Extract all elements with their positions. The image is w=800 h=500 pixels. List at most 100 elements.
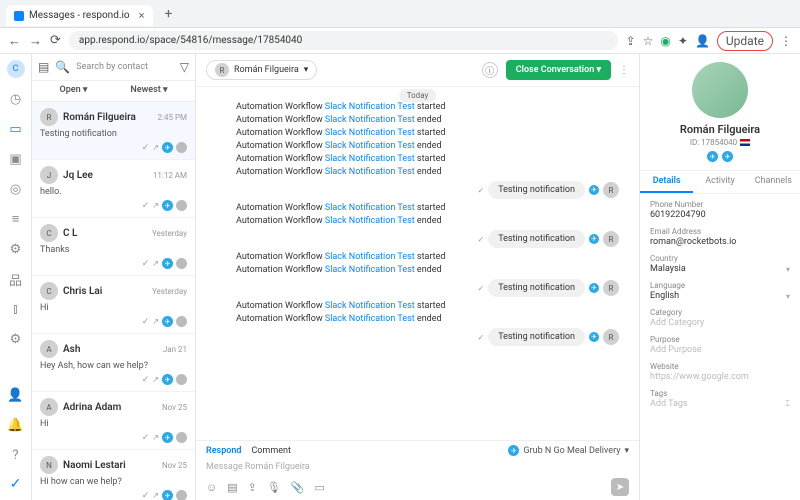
avatar-icon[interactable]: 👤 — [695, 34, 710, 48]
close-conversation-button[interactable]: Close Conversation ▾ — [506, 60, 611, 80]
workflow-link[interactable]: Slack Notification Test — [325, 265, 415, 275]
workflow-event: Automation Workflow Slack Notification T… — [236, 314, 619, 324]
workflow-link[interactable]: Slack Notification Test — [325, 128, 415, 138]
user-icon[interactable]: 👤 — [7, 386, 25, 404]
purpose-field[interactable]: Add Purpose — [650, 345, 790, 355]
settings-icon[interactable]: ⚙ — [7, 330, 25, 348]
telegram-channel-icon-2[interactable]: ✈ — [722, 151, 733, 162]
conversation-item[interactable]: CChris LaiYesterdayHi✓↗✈ — [32, 276, 195, 334]
conversation-item[interactable]: CC LYesterdayThanks✓↗✈ — [32, 218, 195, 276]
conversation-item[interactable]: NNaomi LestariNov 25Hi how can we help?✓… — [32, 450, 195, 500]
contacts-icon[interactable]: ▣ — [7, 150, 25, 168]
bell-icon[interactable]: 🔔 — [7, 416, 25, 434]
category-field[interactable]: Add Category — [650, 318, 790, 328]
conversation-item[interactable]: JJq Lee11:12 AMhello.✓↗✈ — [32, 160, 195, 218]
menu-icon[interactable]: ⋮ — [780, 34, 792, 48]
chevron-down-icon: ▾ — [786, 265, 790, 274]
country-field[interactable]: Malaysia▾ — [650, 264, 790, 274]
puzzle-icon[interactable]: ✦ — [678, 34, 688, 48]
profile-name: Román Filgueira — [680, 123, 760, 136]
assignee-picker[interactable]: R Román Filgueira ▾ — [206, 60, 317, 80]
telegram-channel-icon[interactable]: ✈ — [707, 151, 718, 162]
send-button[interactable]: ➤ — [611, 478, 629, 496]
tab-respond[interactable]: Respond — [206, 446, 241, 456]
share-icon[interactable]: ⇪ — [626, 34, 636, 48]
browser-tab[interactable]: Messages - respond.io × — [6, 5, 153, 26]
attach-icon[interactable]: 📎 — [291, 481, 305, 494]
tree-icon[interactable]: 品 — [7, 270, 25, 288]
back-icon[interactable]: ← — [8, 33, 21, 49]
forward-icon[interactable]: → — [29, 33, 42, 49]
workflow-link[interactable]: Slack Notification Test — [325, 154, 415, 164]
tags-field[interactable]: Add Tags⌶ — [650, 399, 790, 409]
favicon — [14, 11, 24, 21]
telegram-icon: ✈ — [162, 200, 173, 211]
conversation-item[interactable]: RRomán Filgueira2:45 PMTesting notificat… — [32, 102, 195, 160]
profile-id: ID: 17854040 — [690, 138, 750, 147]
workflow-link[interactable]: Slack Notification Test — [325, 141, 415, 151]
conversation-pane: R Román Filgueira ▾ ⓘ Close Conversation… — [196, 54, 640, 500]
messages-icon[interactable]: ▭ — [7, 120, 25, 138]
workflow-link[interactable]: Slack Notification Test — [325, 102, 415, 112]
reload-icon[interactable]: ⟳ — [50, 33, 61, 48]
phone-field[interactable]: 60192204790 — [650, 210, 790, 220]
emoji-icon[interactable]: ☺ — [206, 481, 217, 494]
workflow-event: Automation Workflow Slack Notification T… — [236, 203, 619, 213]
search-input[interactable]: Search by contact — [76, 62, 173, 72]
tab-channels[interactable]: Channels — [747, 171, 800, 193]
field-label: Website — [650, 362, 790, 371]
agent-avatar — [176, 258, 187, 269]
mic-icon[interactable]: 🎙 — [267, 481, 281, 494]
workflow-link[interactable]: Slack Notification Test — [325, 167, 415, 177]
workflow-link[interactable]: Slack Notification Test — [325, 216, 415, 226]
workflow-event: Automation Workflow Slack Notification T… — [236, 102, 619, 112]
nav-rail: C ◷ ▭ ▣ ◎ ≡ ⚙ 品 ⫾ ⚙ 👤 🔔 ? ✓ — [0, 54, 32, 500]
new-tab-button[interactable]: + — [159, 6, 179, 22]
sender-avatar: R — [603, 329, 619, 345]
tab-comment[interactable]: Comment — [251, 446, 290, 456]
more-icon[interactable]: ⋮ — [619, 65, 629, 76]
website-field[interactable]: https://www.google.com — [650, 372, 790, 382]
workflow-icon[interactable]: ⚙ — [7, 240, 25, 258]
message-input[interactable]: Message Román Filgueira — [206, 459, 629, 475]
workflow-link[interactable]: Slack Notification Test — [325, 115, 415, 125]
reports-icon[interactable]: ⫾ — [7, 300, 25, 318]
workspace-avatar[interactable]: C — [7, 60, 25, 78]
extension-icon[interactable]: ◉ — [660, 34, 670, 48]
outgoing-message: ✓Testing notification✈R — [236, 279, 619, 297]
tab-activity[interactable]: Activity — [693, 171, 746, 193]
help-icon[interactable]: ? — [7, 446, 25, 464]
field-label: Purpose — [650, 335, 790, 344]
star-icon[interactable]: ☆ — [643, 34, 654, 48]
conversation-item[interactable]: AAshJan 21Hey Ash, how can we help?✓↗✈ — [32, 334, 195, 392]
message-thread: Today Automation Workflow Slack Notifica… — [196, 87, 639, 440]
upload-icon[interactable]: ⇪ — [248, 481, 257, 494]
dashboard-icon[interactable]: ◷ — [7, 90, 25, 108]
check-icon: ✓ — [477, 284, 484, 293]
workflow-link[interactable]: Slack Notification Test — [325, 252, 415, 262]
filter-newest[interactable]: Newest ▾ — [130, 85, 167, 95]
workflow-link[interactable]: Slack Notification Test — [325, 314, 415, 324]
conversation-item[interactable]: AAdrina AdamNov 25Hi✓↗✈ — [32, 392, 195, 450]
broadcast-icon[interactable]: ◎ — [7, 180, 25, 198]
filter-open[interactable]: Open ▾ — [59, 85, 87, 95]
filter-icon[interactable]: ▽ — [180, 60, 189, 74]
panel-icon[interactable]: ▤ — [38, 60, 49, 74]
template-icon[interactable]: ▭ — [315, 481, 325, 494]
field-label: Phone Number — [650, 200, 790, 209]
tab-details[interactable]: Details — [640, 171, 693, 193]
address-bar[interactable]: app.respond.io/space/54816/message/17854… — [69, 31, 618, 50]
close-tab-icon[interactable]: × — [139, 9, 145, 22]
channel-picker[interactable]: ✈ Grub N Go Meal Delivery ▾ — [508, 445, 629, 456]
email-field[interactable]: roman@rocketbots.io — [650, 237, 790, 247]
language-field[interactable]: English▾ — [650, 291, 790, 301]
telegram-icon: ✈ — [589, 332, 599, 342]
info-icon[interactable]: ⓘ — [482, 62, 498, 78]
list-icon[interactable]: ≡ — [7, 210, 25, 228]
composer: Respond Comment ✈ Grub N Go Meal Deliver… — [196, 440, 639, 500]
workflow-link[interactable]: Slack Notification Test — [325, 203, 415, 213]
update-button[interactable]: Update — [717, 31, 773, 51]
snippet-icon[interactable]: ▤ — [227, 481, 237, 494]
browser-tab-strip: Messages - respond.io × + — [0, 0, 800, 28]
workflow-link[interactable]: Slack Notification Test — [325, 301, 415, 311]
